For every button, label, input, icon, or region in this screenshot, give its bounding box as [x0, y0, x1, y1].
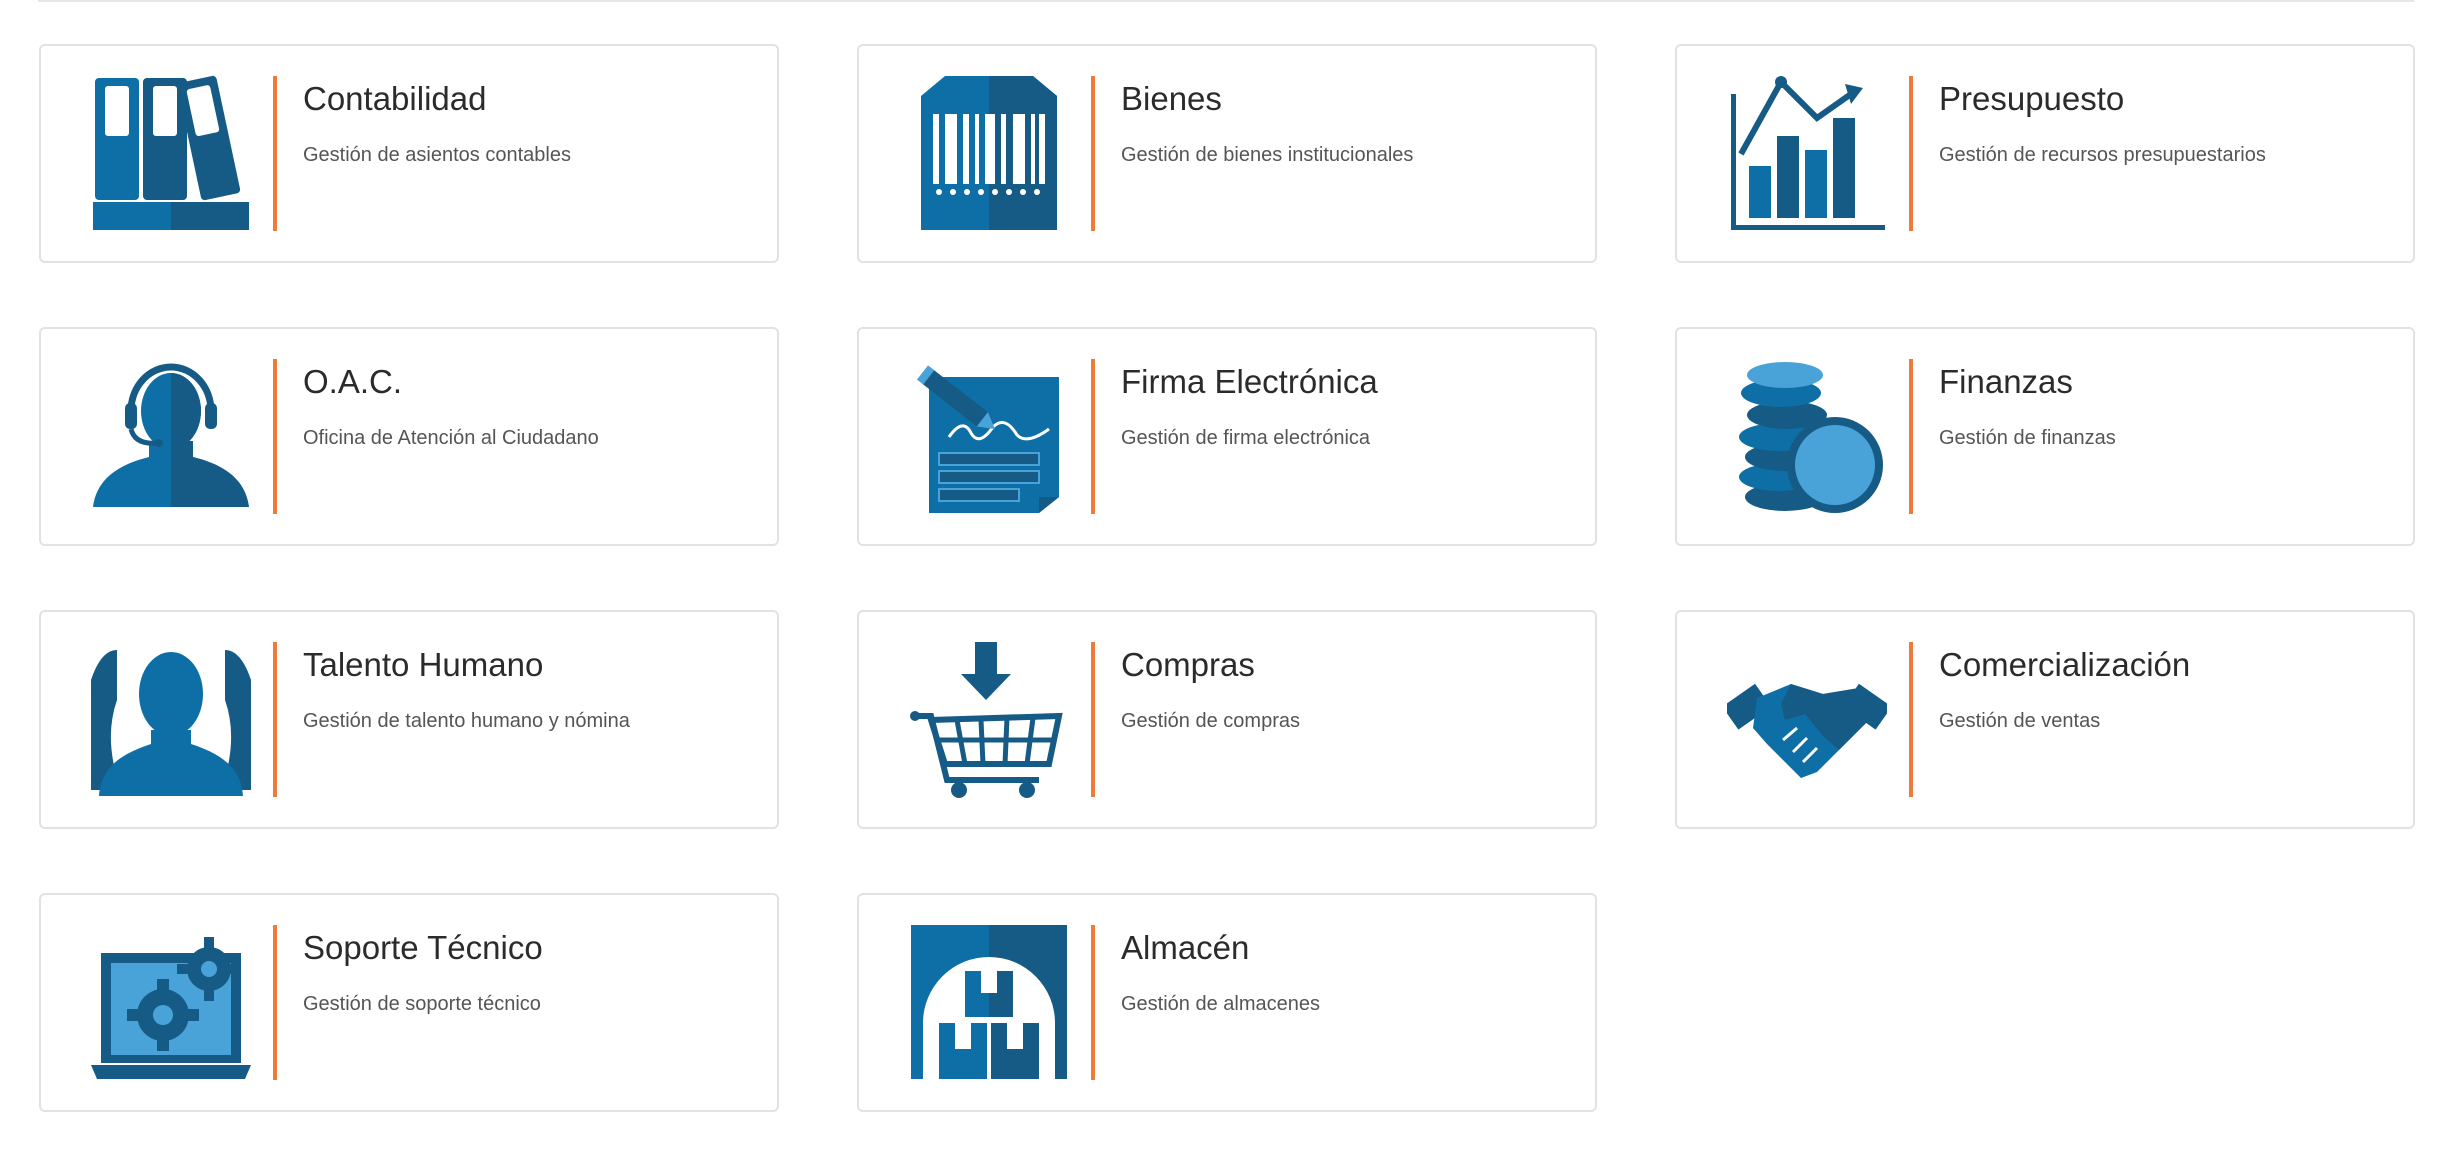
handshake-icon: [1727, 640, 1887, 800]
module-card-talento-humano[interactable]: Talento Humano Gestión de talento humano…: [39, 610, 779, 829]
warehouse-boxes-icon: [909, 923, 1069, 1083]
accent-divider: [1091, 76, 1095, 231]
accent-divider: [1091, 359, 1095, 514]
accent-divider: [1909, 359, 1913, 514]
module-description: Gestión de recursos presupuestarios: [1939, 144, 2266, 166]
module-title: Talento Humano: [303, 646, 544, 683]
accent-divider: [1091, 925, 1095, 1080]
top-divider: [38, 0, 2414, 2]
module-card-comercializacion[interactable]: Comercialización Gestión de ventas: [1675, 610, 2415, 829]
modules-grid: Contabilidad Gestión de asientos contabl…: [39, 44, 2415, 1112]
module-description: Gestión de asientos contables: [303, 144, 571, 166]
module-title: Compras: [1121, 646, 1255, 683]
module-title: Bienes: [1121, 80, 1222, 117]
module-title: Soporte Técnico: [303, 929, 543, 966]
module-card-soporte-tecnico[interactable]: Soporte Técnico Gestión de soporte técni…: [39, 893, 779, 1112]
module-card-contabilidad[interactable]: Contabilidad Gestión de asientos contabl…: [39, 44, 779, 263]
module-description: Gestión de bienes institucionales: [1121, 144, 1414, 166]
accent-divider: [273, 642, 277, 797]
accent-divider: [1909, 76, 1913, 231]
accent-divider: [1909, 642, 1913, 797]
laptop-gears-icon: [91, 923, 251, 1083]
module-card-bienes[interactable]: Bienes Gestión de bienes institucionales: [857, 44, 1597, 263]
module-description: Gestión de almacenes: [1121, 993, 1321, 1015]
module-title: Contabilidad: [303, 80, 487, 117]
module-description: Gestión de firma electrónica: [1121, 427, 1371, 449]
module-description: Gestión de soporte técnico: [303, 993, 541, 1015]
module-title: Finanzas: [1939, 363, 2073, 400]
module-description: Gestión de talento humano y nómina: [303, 710, 630, 732]
module-title: Comercialización: [1939, 646, 2191, 683]
shopping-cart-icon: [909, 640, 1069, 800]
module-card-almacen[interactable]: Almacén Gestión de almacenes: [857, 893, 1597, 1112]
coins-icon: [1727, 357, 1887, 517]
module-description: Oficina de Atención al Ciudadano: [303, 427, 599, 449]
accent-divider: [273, 359, 277, 514]
module-card-finanzas[interactable]: Finanzas Gestión de finanzas: [1675, 327, 2415, 546]
accent-divider: [273, 76, 277, 231]
module-title: Firma Electrónica: [1121, 363, 1378, 400]
module-title: Almacén: [1121, 929, 1250, 966]
people-icon: [91, 640, 251, 800]
module-description: Gestión de ventas: [1939, 710, 2101, 732]
signature-document-icon: [909, 357, 1069, 517]
module-title: O.A.C.: [303, 363, 403, 400]
bar-chart-icon: [1727, 74, 1887, 234]
module-card-oac[interactable]: O.A.C. Oficina de Atención al Ciudadano: [39, 327, 779, 546]
barcode-icon: [909, 74, 1069, 234]
module-description: Gestión de compras: [1121, 710, 1300, 732]
module-description: Gestión de finanzas: [1939, 427, 2116, 449]
module-card-presupuesto[interactable]: Presupuesto Gestión de recursos presupue…: [1675, 44, 2415, 263]
headset-agent-icon: [91, 357, 251, 517]
module-title: Presupuesto: [1939, 80, 2125, 117]
module-card-compras[interactable]: Compras Gestión de compras: [857, 610, 1597, 829]
ledger-books-icon: [91, 74, 251, 234]
accent-divider: [273, 925, 277, 1080]
accent-divider: [1091, 642, 1095, 797]
module-card-firma-electronica[interactable]: Firma Electrónica Gestión de firma elect…: [857, 327, 1597, 546]
